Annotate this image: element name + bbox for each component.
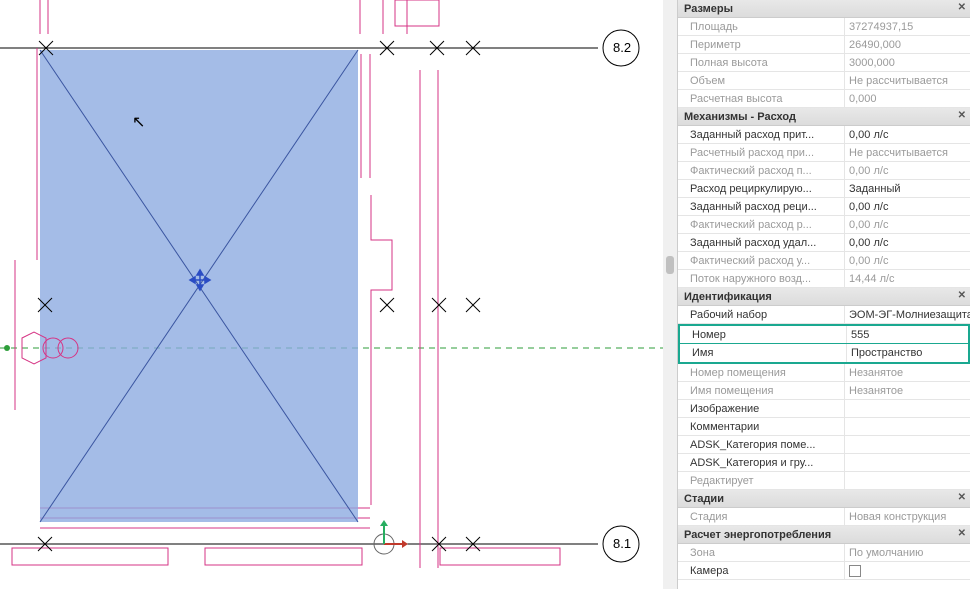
grid-bubble-bottom: 8.1 bbox=[613, 536, 631, 551]
row-adsk-cat-group[interactable]: ADSK_Категория и гру... bbox=[678, 454, 970, 472]
section-title: Идентификация bbox=[684, 291, 772, 303]
row-room-name: Имя помещенияНезанятое bbox=[678, 382, 970, 400]
row-room-number: Номер помещенияНезанятое bbox=[678, 364, 970, 382]
section-identification[interactable]: Идентификация ✕ bbox=[678, 288, 970, 306]
collapse-icon[interactable]: ✕ bbox=[958, 290, 966, 301]
drawing-viewport[interactable]: ↖ 8.2 8.1 bbox=[0, 0, 663, 589]
row-exhaust-actual: Фактический расход у...0,00 л/с bbox=[678, 252, 970, 270]
row-comments[interactable]: Комментарии bbox=[678, 418, 970, 436]
row-number[interactable]: Номер555 bbox=[680, 326, 968, 344]
scroll-thumb[interactable] bbox=[666, 256, 674, 274]
section-title: Стадии bbox=[684, 493, 724, 505]
row-recirc-actual: Фактический расход р...0,00 л/с bbox=[678, 216, 970, 234]
section-phases[interactable]: Стадии ✕ bbox=[678, 490, 970, 508]
row-supply-calc: Расчетный расход при...Не рассчитывается bbox=[678, 144, 970, 162]
row-workset[interactable]: Рабочий наборЭОМ-ЭГ-Молниезащита bbox=[678, 306, 970, 324]
row-calc-height: Расчетная высота0,000 bbox=[678, 90, 970, 108]
row-camera[interactable]: Камера bbox=[678, 562, 970, 580]
row-supply-set[interactable]: Заданный расход прит...0,00 л/с bbox=[678, 126, 970, 144]
collapse-icon[interactable]: ✕ bbox=[958, 2, 966, 13]
panel-scrollbar[interactable] bbox=[663, 0, 677, 589]
row-recirc[interactable]: Расход рециркулирую...Заданный bbox=[678, 180, 970, 198]
row-outdoor-flow: Поток наружного возд...14,44 л/с bbox=[678, 270, 970, 288]
section-title: Размеры bbox=[684, 3, 733, 15]
row-name[interactable]: ИмяПространство bbox=[680, 344, 968, 362]
section-title: Механизмы - Расход bbox=[684, 111, 796, 123]
section-title: Расчет энергопотребления bbox=[684, 529, 831, 541]
row-edited-by: Редактирует bbox=[678, 472, 970, 490]
grid-bubble-top: 8.2 bbox=[613, 40, 631, 55]
row-supply-actual: Фактический расход п...0,00 л/с bbox=[678, 162, 970, 180]
properties-panel: Размеры ✕ Площадь37274937,15 Периметр264… bbox=[677, 0, 970, 589]
row-recirc-set[interactable]: Заданный расход реци...0,00 л/с bbox=[678, 198, 970, 216]
collapse-icon[interactable]: ✕ bbox=[958, 492, 966, 503]
row-phase: СтадияНовая конструкция bbox=[678, 508, 970, 526]
collapse-icon[interactable]: ✕ bbox=[958, 528, 966, 539]
row-perimeter: Периметр26490,000 bbox=[678, 36, 970, 54]
view-cube-widget bbox=[374, 520, 408, 554]
row-zone: ЗонаПо умолчанию bbox=[678, 544, 970, 562]
highlighted-rows: Номер555 ИмяПространство bbox=[678, 324, 970, 364]
section-sizes[interactable]: Размеры ✕ bbox=[678, 0, 970, 18]
floor-plan-drawing bbox=[0, 0, 663, 589]
row-exhaust-set[interactable]: Заданный расход удал...0,00 л/с bbox=[678, 234, 970, 252]
row-volume: ОбъемНе рассчитывается bbox=[678, 72, 970, 90]
collapse-icon[interactable]: ✕ bbox=[958, 110, 966, 121]
section-mechanisms[interactable]: Механизмы - Расход ✕ bbox=[678, 108, 970, 126]
row-area: Площадь37274937,15 bbox=[678, 18, 970, 36]
section-energy[interactable]: Расчет энергопотребления ✕ bbox=[678, 526, 970, 544]
row-image[interactable]: Изображение bbox=[678, 400, 970, 418]
camera-checkbox[interactable] bbox=[849, 565, 861, 577]
row-full-height: Полная высота3000,000 bbox=[678, 54, 970, 72]
row-adsk-cat-room[interactable]: ADSK_Категория поме... bbox=[678, 436, 970, 454]
